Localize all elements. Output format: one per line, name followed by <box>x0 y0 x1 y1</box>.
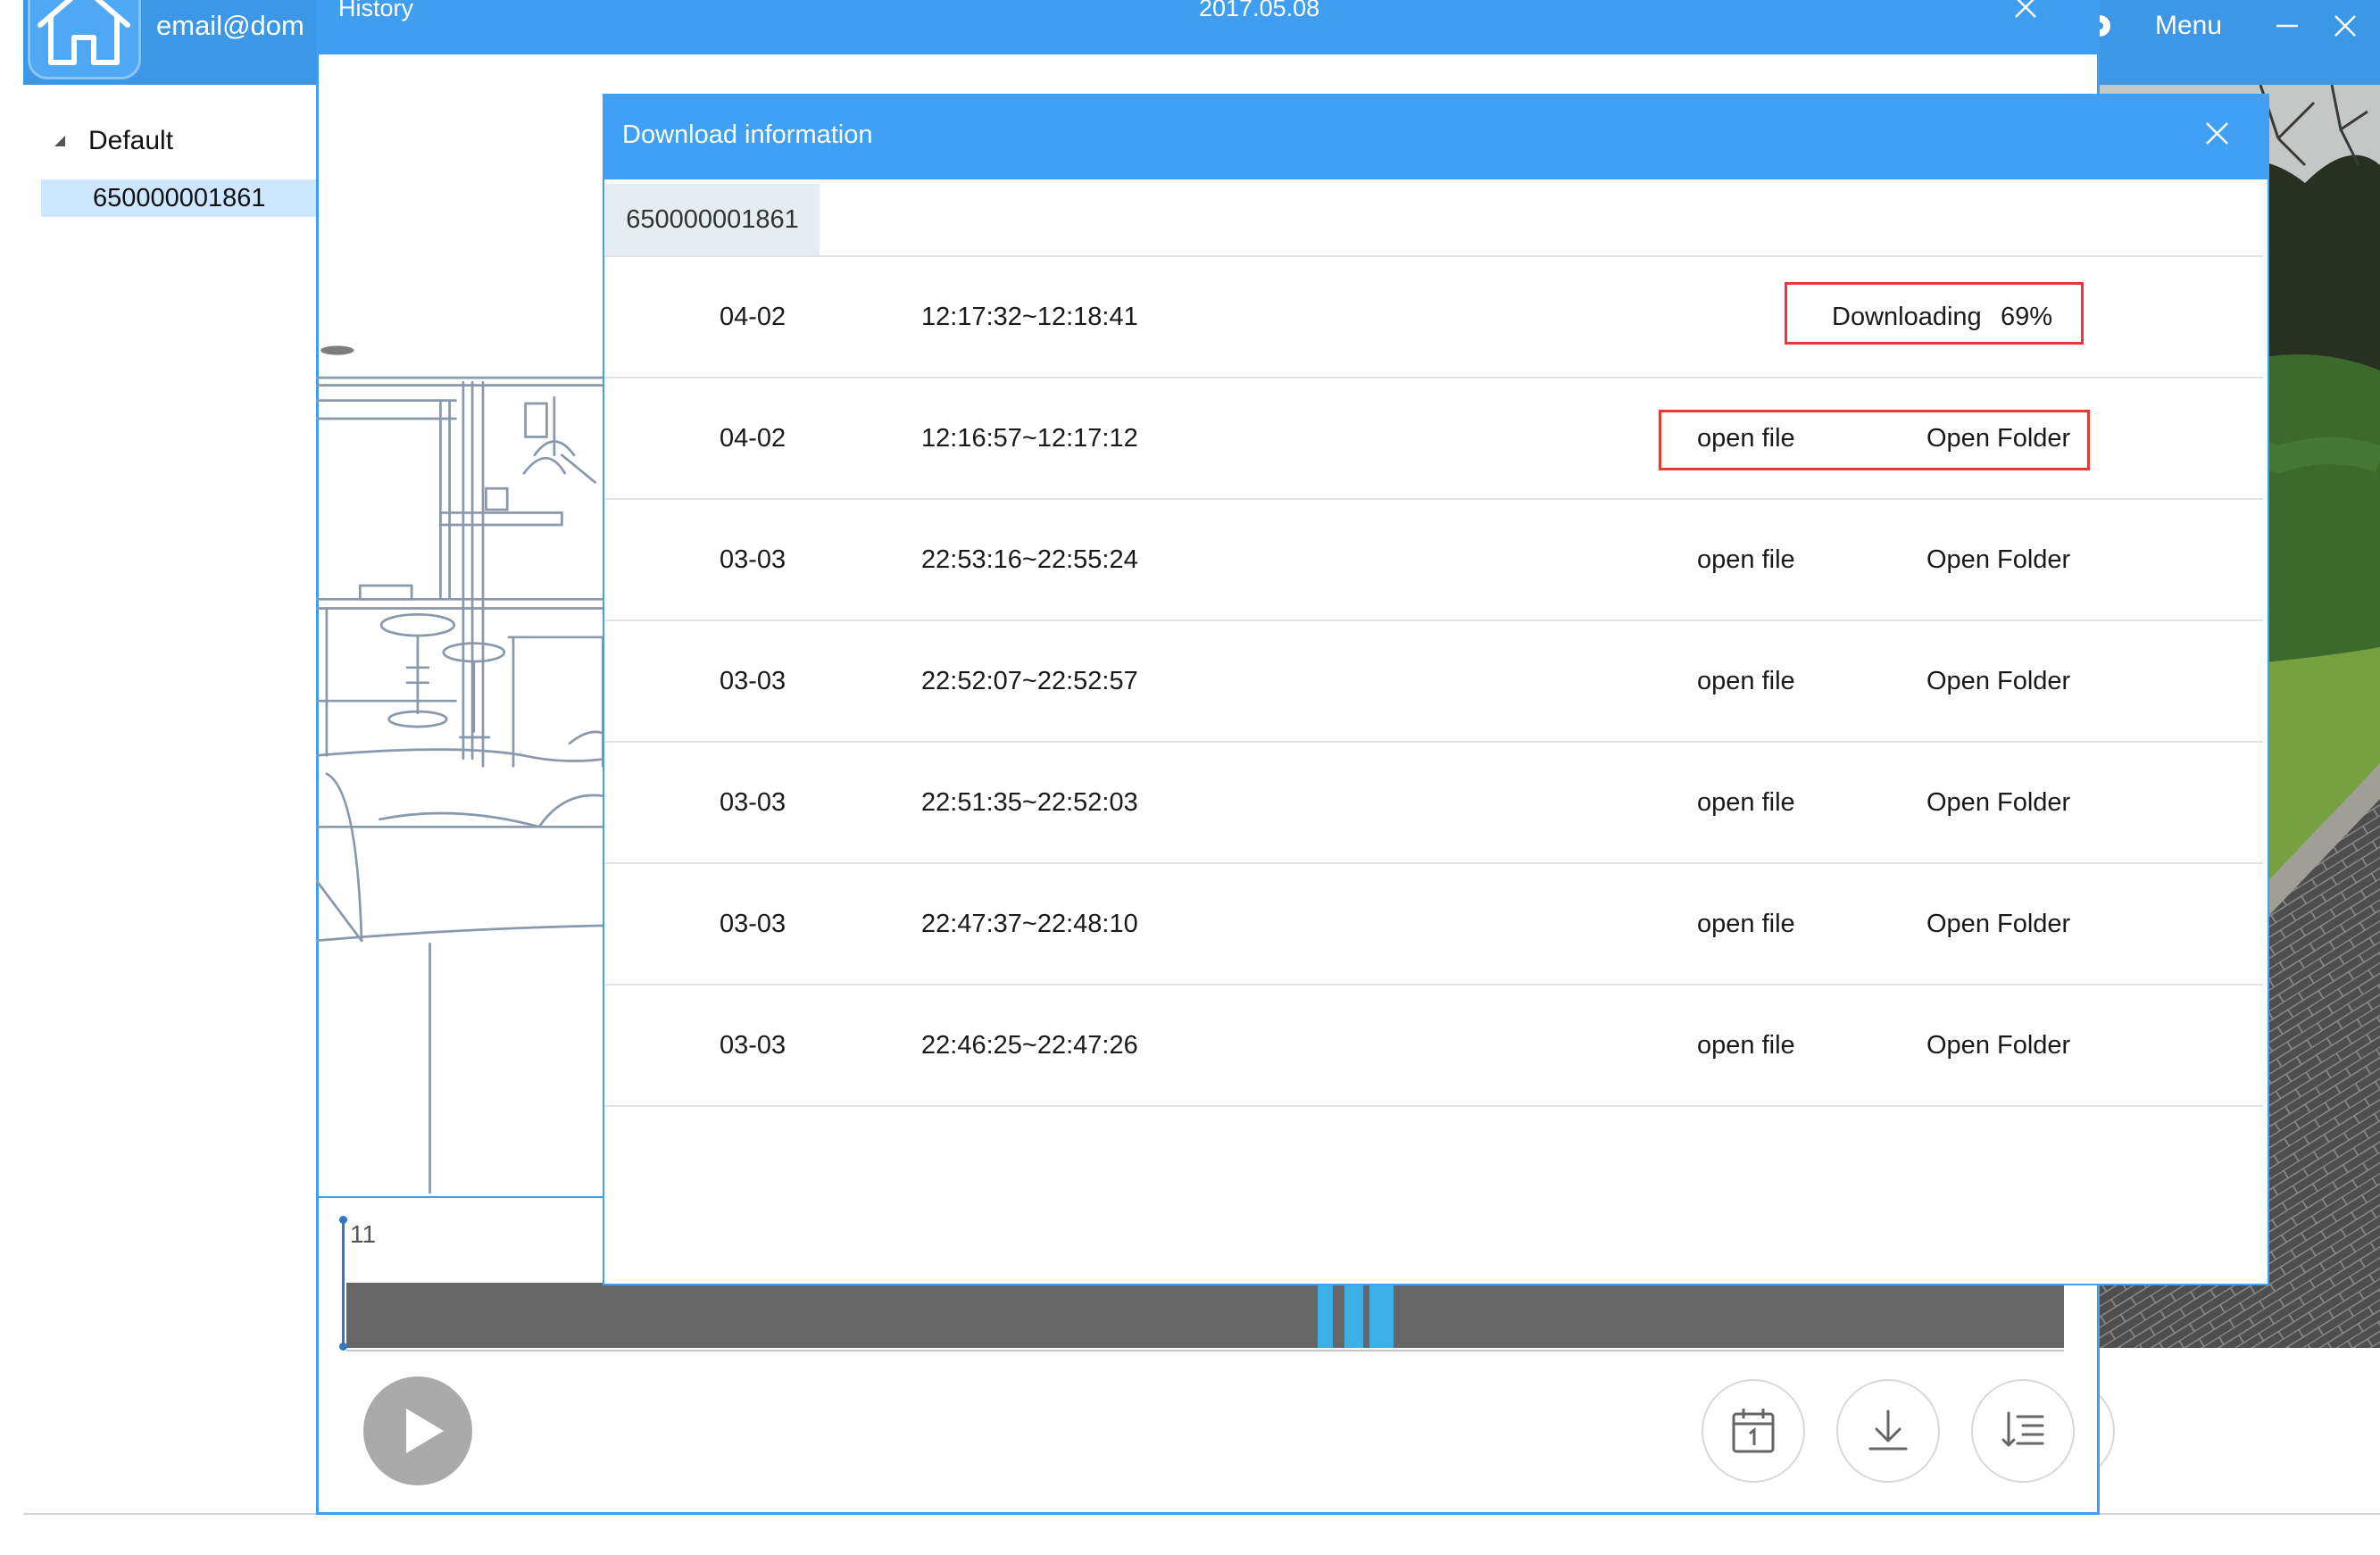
row-time-range: 22:47:37~22:48:10 <box>921 910 1138 938</box>
calendar-icon <box>1732 1409 1775 1453</box>
device-tab[interactable]: 650000001861 <box>605 184 820 255</box>
open-file-link[interactable]: open file <box>1697 500 1795 620</box>
row-time-range: 22:51:35~22:52:03 <box>921 788 1138 817</box>
triangle-down-icon[interactable] <box>54 136 65 146</box>
play-icon <box>406 1409 444 1453</box>
timeline-track[interactable] <box>346 1283 2064 1348</box>
download-row: 03-03 22:47:37~22:48:10 open file Open F… <box>604 864 2263 985</box>
user-email: email@dom <box>156 10 304 41</box>
open-folder-link[interactable]: Open Folder <box>1926 743 2070 862</box>
row-time-range: 12:16:57~12:17:12 <box>921 424 1138 453</box>
history-title: History <box>338 0 414 21</box>
row-date: 04-02 <box>720 303 786 331</box>
download-info-dialog: Download information 650000001861 04-02 … <box>603 94 2269 1285</box>
menu-button[interactable]: Menu <box>2155 10 2222 42</box>
row-time-range: 22:46:25~22:47:26 <box>921 1031 1138 1060</box>
download-list-button[interactable] <box>1971 1379 2075 1483</box>
sidebar-device-label: 650000001861 <box>93 184 266 212</box>
download-button[interactable] <box>1836 1379 1940 1483</box>
download-row: 03-03 22:52:07~22:52:57 open file Open F… <box>604 621 2263 743</box>
calendar-button[interactable] <box>1702 1379 1805 1483</box>
history-close-icon[interactable] <box>2013 0 2038 20</box>
download-icon <box>1868 1409 1908 1451</box>
recording-segment[interactable] <box>1318 1283 1333 1348</box>
list-icon <box>2001 1411 2044 1447</box>
highlight-box <box>1659 410 2090 470</box>
open-file-link[interactable]: open file <box>1697 621 1795 741</box>
row-date: 03-03 <box>720 910 786 938</box>
row-date: 03-03 <box>720 788 786 817</box>
home-icon <box>37 0 130 65</box>
timeline-hour-label: 11 <box>350 1220 377 1248</box>
open-folder-link[interactable]: Open Folder <box>1926 985 2070 1105</box>
download-row: 03-03 22:53:16~22:55:24 open file Open F… <box>604 500 2263 621</box>
dialog-close-icon[interactable] <box>2205 121 2229 146</box>
download-row: 03-03 22:51:35~22:52:03 open file Open F… <box>604 743 2263 864</box>
row-date: 03-03 <box>720 667 786 695</box>
row-time-range: 22:53:16~22:55:24 <box>921 545 1138 574</box>
download-row: 03-03 22:46:25~22:47:26 open file Open F… <box>604 985 2263 1107</box>
timeline-cursor[interactable] <box>339 1216 347 1351</box>
sidebar-device-item[interactable]: 650000001861 <box>41 179 316 217</box>
download-row: 04-02 12:16:57~12:17:12 open file Open F… <box>604 378 2263 500</box>
cursor-handle-top[interactable] <box>339 1216 347 1224</box>
open-folder-link[interactable]: Open Folder <box>1926 864 2070 984</box>
timeline-underline <box>346 1350 2064 1351</box>
device-sidebar <box>23 85 316 1513</box>
open-folder-link[interactable]: Open Folder <box>1926 621 2070 741</box>
row-date: 04-02 <box>720 424 786 453</box>
row-time-range: 22:52:07~22:52:57 <box>921 667 1138 695</box>
row-date: 03-03 <box>720 545 786 574</box>
history-date: 2017.05.08 <box>1199 0 1320 21</box>
open-file-link[interactable]: open file <box>1697 743 1795 862</box>
row-time-range: 12:17:32~12:18:41 <box>921 303 1138 331</box>
open-file-link[interactable]: open file <box>1697 864 1795 984</box>
device-group-label[interactable]: Default <box>88 125 173 157</box>
dialog-title: Download information <box>622 121 873 149</box>
minimize-icon[interactable] <box>2275 13 2300 38</box>
close-icon[interactable] <box>2333 13 2358 38</box>
recording-segment[interactable] <box>1344 1283 1363 1348</box>
row-date: 03-03 <box>720 1031 786 1060</box>
open-file-link[interactable]: open file <box>1697 985 1795 1105</box>
open-folder-link[interactable]: Open Folder <box>1926 500 2070 620</box>
play-button[interactable] <box>363 1376 472 1485</box>
home-button[interactable] <box>28 0 141 79</box>
download-row: 04-02 12:17:32~12:18:41 Downloading 69% <box>604 257 2263 378</box>
highlight-box <box>1785 282 2084 345</box>
recording-segment[interactable] <box>1369 1283 1394 1348</box>
